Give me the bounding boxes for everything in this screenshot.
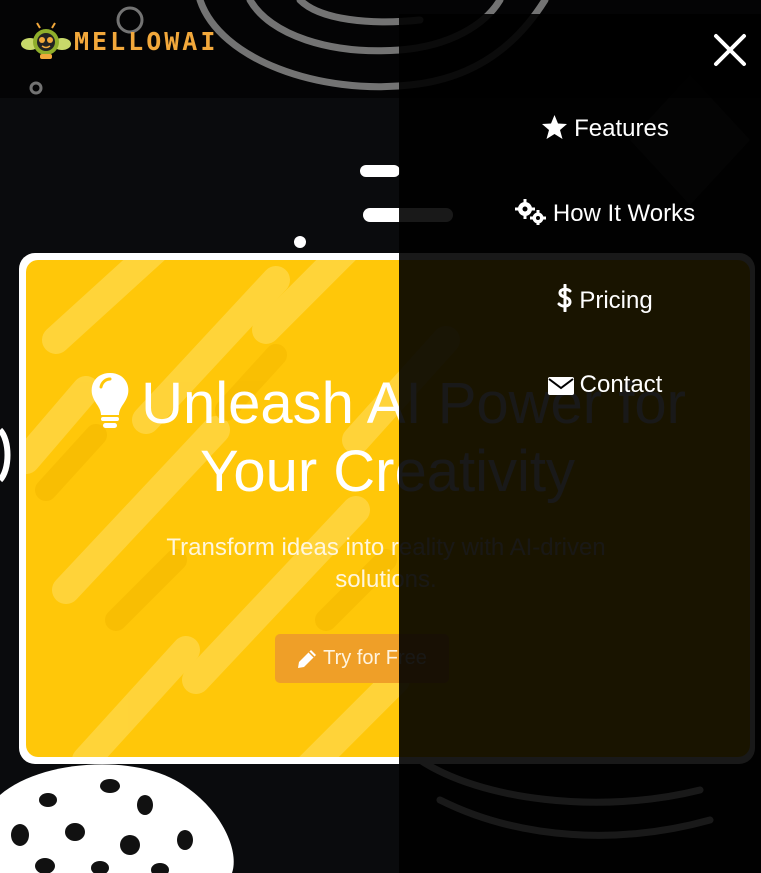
nav-item-features[interactable]: Features bbox=[399, 113, 761, 145]
lightbulb-icon bbox=[91, 373, 129, 428]
nav-item-how-it-works-label: How It Works bbox=[552, 200, 696, 227]
nav-item-how-it-works[interactable]: How It Works bbox=[399, 198, 761, 230]
nav-item-contact-label: Contact bbox=[579, 371, 663, 398]
star-icon bbox=[542, 115, 568, 139]
pencil-icon bbox=[298, 649, 317, 668]
dollar-icon bbox=[557, 284, 572, 312]
nav-item-contact[interactable]: Contact bbox=[399, 369, 761, 401]
gears-icon bbox=[514, 199, 546, 225]
close-icon[interactable] bbox=[710, 30, 750, 70]
brand-name: MELLOWAI bbox=[74, 26, 219, 56]
envelope-icon bbox=[547, 377, 574, 395]
page: MELLOWAI Unleash AI Your Creativity Tran… bbox=[0, 0, 761, 873]
nav-item-pricing-label: Pricing bbox=[579, 287, 653, 314]
nav-item-pricing[interactable]: Pricing bbox=[399, 284, 761, 317]
brand-logo[interactable]: MELLOWAI bbox=[20, 22, 218, 60]
nav-item-features-label: Features bbox=[574, 115, 669, 142]
robot-bee-icon bbox=[21, 22, 71, 59]
